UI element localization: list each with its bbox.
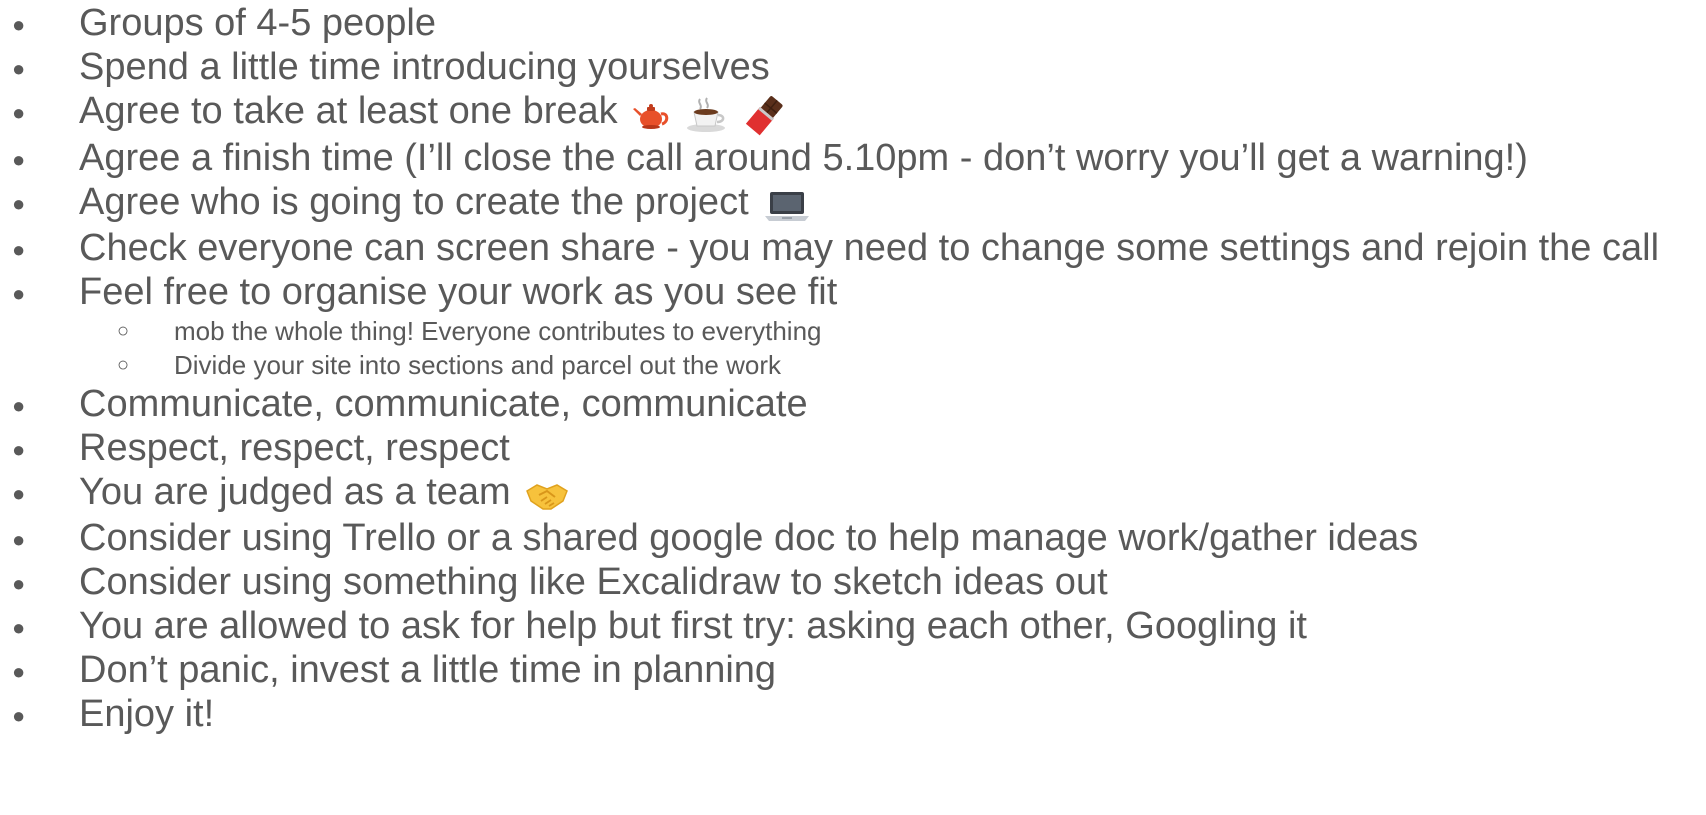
bullet-icon: ● bbox=[12, 570, 26, 596]
list-item: ● Agree a finish time (I’ll close the ca… bbox=[0, 136, 1706, 180]
chocolate-bar-icon bbox=[743, 91, 787, 136]
bullet-icon: ● bbox=[12, 100, 26, 125]
sub-list-item-text: mob the whole thing! Everyone contribute… bbox=[174, 315, 822, 346]
bullet-icon: ● bbox=[12, 614, 26, 640]
list-item-text: You are allowed to ask for help but firs… bbox=[79, 604, 1307, 647]
bullet-icon: ● bbox=[12, 480, 26, 506]
list-item-text: Agree to take at least one break bbox=[79, 90, 618, 132]
list-item-text: You are judged as a team bbox=[79, 470, 511, 513]
sub-list-item: ○ mob the whole thing! Everyone contribu… bbox=[0, 314, 1706, 348]
handshake-icon bbox=[525, 472, 569, 516]
list-item: ● Groups of 4-5 people bbox=[0, 1, 1706, 45]
bullet-icon: ● bbox=[12, 702, 26, 728]
sub-list-item: ○ Divide your site into sections and par… bbox=[0, 348, 1706, 382]
list-item-text: Communicate, communicate, communicate bbox=[79, 382, 808, 425]
bullet-icon: ● bbox=[12, 146, 26, 172]
bullet-icon: ● bbox=[12, 392, 26, 418]
slide: ● Groups of 4-5 people ● Spend a little … bbox=[0, 0, 1706, 815]
bullet-icon: ● bbox=[12, 190, 26, 216]
list-item-text: Consider using Trello or a shared google… bbox=[79, 516, 1419, 559]
bullet-icon: ● bbox=[12, 436, 26, 462]
list-item: ● Agree who is going to create the proje… bbox=[0, 180, 1706, 226]
list-item: ● You are judged as a team bbox=[0, 470, 1706, 516]
list-item: ● Consider using something like Excalidr… bbox=[0, 560, 1706, 604]
list-item: ● Enjoy it! bbox=[0, 692, 1706, 736]
teapot-icon bbox=[632, 91, 670, 135]
list-item-text: Consider using something like Excalidraw… bbox=[79, 560, 1108, 603]
bullet-icon: ● bbox=[12, 236, 26, 262]
bullet-icon: ● bbox=[12, 280, 26, 306]
bullet-icon: ● bbox=[12, 658, 26, 684]
list-item-text: Check everyone can screen share - you ma… bbox=[79, 226, 1660, 269]
list-item-text: Feel free to organise your work as you s… bbox=[79, 270, 838, 313]
sub-list: ○ mob the whole thing! Everyone contribu… bbox=[79, 314, 1706, 382]
bullet-icon: ● bbox=[12, 12, 26, 37]
list-item-text: Spend a little time introducing yourselv… bbox=[79, 46, 770, 88]
list-item: ● Communicate, communicate, communicate bbox=[0, 382, 1706, 426]
bullet-icon: ● bbox=[12, 56, 26, 81]
list-item-text: Agree who is going to create the project bbox=[79, 180, 749, 223]
list-item: ● Spend a little time introducing yourse… bbox=[0, 45, 1706, 89]
list-item-text: Enjoy it! bbox=[79, 692, 215, 735]
list-item-text: Respect, respect, respect bbox=[79, 426, 510, 469]
list-item: ● Respect, respect, respect bbox=[0, 426, 1706, 470]
sub-list-item-text: Divide your site into sections and parce… bbox=[174, 349, 781, 380]
list-item-text: Agree a finish time (I’ll close the call… bbox=[79, 136, 1528, 179]
bullet-list: ● Groups of 4-5 people ● Spend a little … bbox=[0, 1, 1706, 736]
list-item: ● Agree to take at least one break bbox=[0, 89, 1706, 136]
bullet-icon: ● bbox=[12, 526, 26, 552]
laptop-icon bbox=[763, 182, 811, 226]
list-item: ● Don’t panic, invest a little time in p… bbox=[0, 648, 1706, 692]
list-item: ● You are allowed to ask for help but fi… bbox=[0, 604, 1706, 648]
list-item-text: Don’t panic, invest a little time in pla… bbox=[79, 648, 777, 691]
list-item: ● Check everyone can screen share - you … bbox=[0, 226, 1706, 270]
list-item-text: Groups of 4-5 people bbox=[79, 2, 437, 44]
sub-bullet-icon: ○ bbox=[117, 319, 130, 342]
list-item: ● Consider using Trello or a shared goog… bbox=[0, 516, 1706, 560]
list-item: ● Feel free to organise your work as you… bbox=[0, 270, 1706, 382]
hot-beverage-icon bbox=[685, 91, 729, 135]
sub-bullet-icon: ○ bbox=[117, 353, 130, 376]
